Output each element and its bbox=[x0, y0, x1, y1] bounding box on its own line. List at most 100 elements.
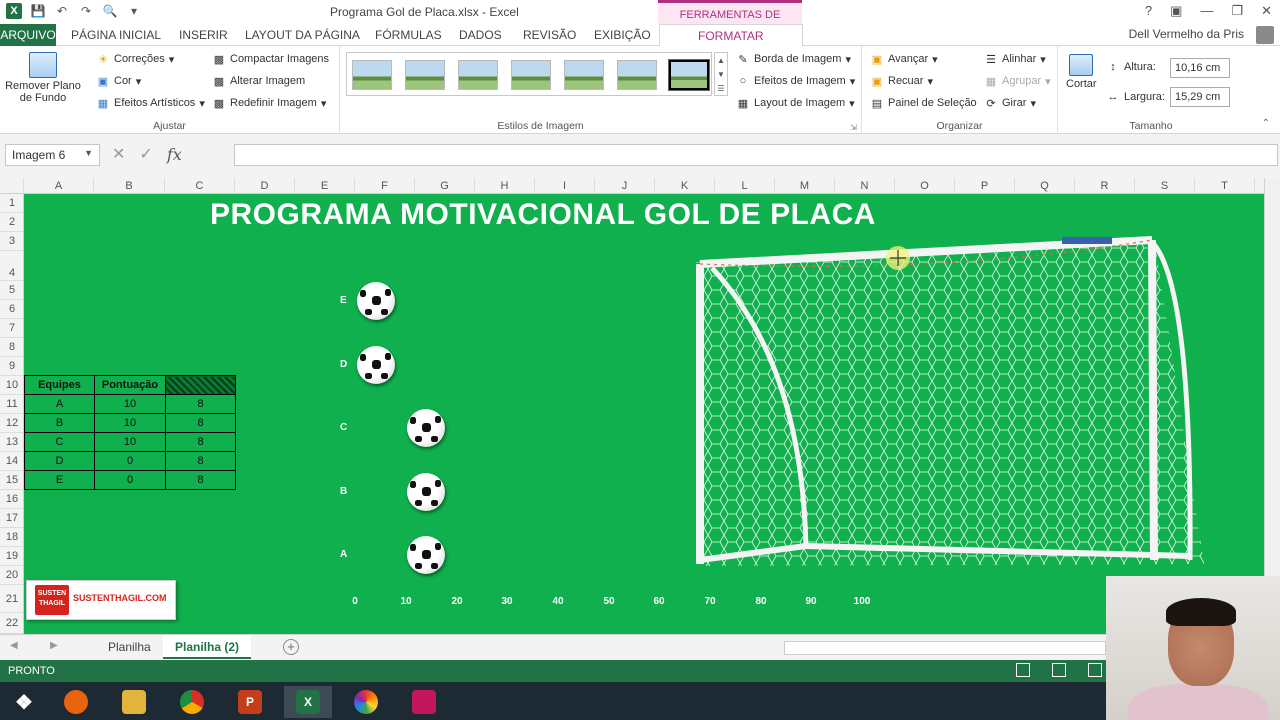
table-cell[interactable]: D bbox=[24, 451, 95, 471]
column-header[interactable]: N bbox=[835, 178, 895, 194]
row-header[interactable]: 9 bbox=[0, 357, 23, 376]
restore-icon[interactable]: ❐ bbox=[1231, 3, 1243, 19]
row-header[interactable]: 14 bbox=[0, 452, 23, 471]
sustenthagil-logo[interactable]: SUSTEN THAGIL SUSTENTHAGIL.COM bbox=[26, 580, 176, 620]
page-break-view-icon[interactable] bbox=[1088, 663, 1102, 677]
soccer-ball-icon[interactable] bbox=[357, 346, 395, 384]
picture-style-3[interactable] bbox=[458, 60, 498, 90]
soccer-ball-icon[interactable] bbox=[407, 409, 445, 447]
goal-picture[interactable] bbox=[692, 234, 1208, 578]
row-header[interactable]: 18 bbox=[0, 528, 23, 547]
column-header[interactable]: P bbox=[955, 178, 1015, 194]
scroll-up-icon[interactable]: ▲ bbox=[717, 56, 725, 65]
soccer-ball-icon[interactable] bbox=[357, 282, 395, 320]
collapse-ribbon-icon[interactable]: ⌃ bbox=[1262, 118, 1270, 129]
prev-sheet-icon[interactable]: ◀ bbox=[10, 640, 18, 651]
picture-style-4[interactable] bbox=[511, 60, 551, 90]
horizontal-scrollbar[interactable] bbox=[784, 641, 1106, 655]
table-cell[interactable]: 8 bbox=[165, 432, 236, 452]
page-layout-view-icon[interactable] bbox=[1052, 663, 1066, 677]
rotate-button[interactable]: ⟳ Girar ▾ bbox=[984, 96, 1036, 110]
table-cell[interactable]: 8 bbox=[165, 394, 236, 414]
height-input[interactable]: 10,16 cm bbox=[1170, 58, 1230, 78]
picture-border-button[interactable]: ✎ Borda de Imagem ▾ bbox=[736, 52, 851, 66]
column-header[interactable]: Q bbox=[1015, 178, 1075, 194]
row-header[interactable]: 12 bbox=[0, 414, 23, 433]
user-name[interactable]: Dell Vermelho da Pris bbox=[1129, 27, 1244, 41]
crop-button[interactable]: Cortar bbox=[1066, 54, 1097, 90]
row-header[interactable]: 19 bbox=[0, 547, 23, 566]
tab-review[interactable]: REVISÃO bbox=[523, 24, 576, 46]
minimize-icon[interactable]: — bbox=[1200, 3, 1213, 19]
ribbon-display-icon[interactable]: ▣ bbox=[1170, 3, 1182, 19]
table-cell[interactable]: A bbox=[24, 394, 95, 414]
corrections-button[interactable]: ☀ Correções ▾ bbox=[96, 52, 174, 66]
table-cell[interactable]: E bbox=[24, 470, 95, 490]
tab-file[interactable]: ARQUIVO bbox=[0, 24, 56, 46]
send-backward-button[interactable]: ▣ Recuar ▾ bbox=[870, 74, 933, 88]
sheet-area[interactable]: PROGRAMA MOTIVACIONAL GOL DE PLACA Equip… bbox=[24, 194, 1264, 634]
table-cell[interactable]: 8 bbox=[165, 451, 236, 471]
row-header[interactable]: 21 bbox=[0, 585, 23, 613]
column-header[interactable]: O bbox=[895, 178, 955, 194]
table-header[interactable]: Pontuação bbox=[94, 375, 166, 395]
column-header[interactable]: L bbox=[715, 178, 775, 194]
close-icon[interactable]: ✕ bbox=[1261, 3, 1272, 19]
table-cell[interactable]: B bbox=[24, 413, 95, 433]
picture-style-5[interactable] bbox=[564, 60, 604, 90]
taskbar-powerpoint[interactable]: P bbox=[226, 686, 274, 718]
picture-layout-button[interactable]: ▦ Layout de Imagem ▾ bbox=[736, 96, 855, 110]
row-header[interactable]: 15 bbox=[0, 471, 23, 490]
tab-page-layout[interactable]: LAYOUT DA PÁGINA bbox=[245, 24, 360, 46]
customize-qat-icon[interactable]: ▾ bbox=[126, 3, 142, 19]
picture-style-7[interactable] bbox=[668, 59, 710, 91]
sheet-tab-active[interactable]: Planilha (2) bbox=[163, 635, 252, 659]
taskbar-app-aperture[interactable] bbox=[342, 686, 390, 718]
taskbar-recorder[interactable] bbox=[400, 686, 448, 718]
scroll-down-icon[interactable]: ▼ bbox=[717, 70, 725, 79]
column-header[interactable]: R bbox=[1075, 178, 1135, 194]
column-header[interactable]: G bbox=[415, 178, 475, 194]
gallery-scroll[interactable]: ▲ ▼ ☰ bbox=[714, 52, 728, 96]
artistic-effects-button[interactable]: ▦ Efeitos Artísticos ▾ bbox=[96, 96, 205, 110]
compress-pictures-button[interactable]: ▩ Compactar Imagens bbox=[212, 52, 329, 66]
table-cell[interactable]: 8 bbox=[165, 470, 236, 490]
table-header[interactable]: Equipes bbox=[24, 375, 95, 395]
picture-style-6[interactable] bbox=[617, 60, 657, 90]
row-header[interactable]: 7 bbox=[0, 319, 23, 338]
column-header[interactable]: A bbox=[24, 178, 94, 194]
row-header[interactable]: 5 bbox=[0, 281, 23, 300]
column-header[interactable]: H bbox=[475, 178, 535, 194]
row-header[interactable]: 6 bbox=[0, 300, 23, 319]
table-cell[interactable]: 8 bbox=[165, 413, 236, 433]
row-header[interactable]: 17 bbox=[0, 509, 23, 528]
help-icon[interactable]: ? bbox=[1145, 3, 1152, 19]
row-header[interactable]: 20 bbox=[0, 566, 23, 585]
row-header[interactable]: 8 bbox=[0, 338, 23, 357]
remove-background-button[interactable]: Remover Plano de Fundo bbox=[4, 52, 82, 104]
next-sheet-icon[interactable]: ▶ bbox=[50, 640, 58, 651]
reset-picture-button[interactable]: ▩ Redefinir Imagem ▾ bbox=[212, 96, 327, 110]
column-header[interactable]: E bbox=[295, 178, 355, 194]
soccer-ball-icon[interactable] bbox=[407, 536, 445, 574]
taskbar-explorer[interactable] bbox=[110, 686, 158, 718]
taskbar-firefox[interactable] bbox=[52, 686, 100, 718]
column-header[interactable]: I bbox=[535, 178, 595, 194]
column-header[interactable]: B bbox=[94, 178, 165, 194]
column-header[interactable]: F bbox=[355, 178, 415, 194]
picture-style-2[interactable] bbox=[405, 60, 445, 90]
table-cell[interactable]: 10 bbox=[94, 413, 166, 433]
table-cell[interactable]: 10 bbox=[94, 432, 166, 452]
row-header[interactable]: 22 bbox=[0, 613, 23, 634]
width-input[interactable]: 15,29 cm bbox=[1170, 87, 1230, 107]
row-header[interactable]: 3 bbox=[0, 232, 23, 251]
group-button[interactable]: ▦ Agrupar ▾ bbox=[984, 74, 1051, 88]
table-cell[interactable]: 0 bbox=[94, 470, 166, 490]
tab-view[interactable]: EXIBIÇÃO bbox=[594, 24, 651, 46]
picture-style-1[interactable] bbox=[352, 60, 392, 90]
soccer-ball-icon[interactable] bbox=[407, 473, 445, 511]
taskbar-chrome[interactable] bbox=[168, 686, 216, 718]
normal-view-icon[interactable] bbox=[1016, 663, 1030, 677]
row-header[interactable]: 16 bbox=[0, 490, 23, 509]
tab-insert[interactable]: INSERIR bbox=[179, 24, 228, 46]
